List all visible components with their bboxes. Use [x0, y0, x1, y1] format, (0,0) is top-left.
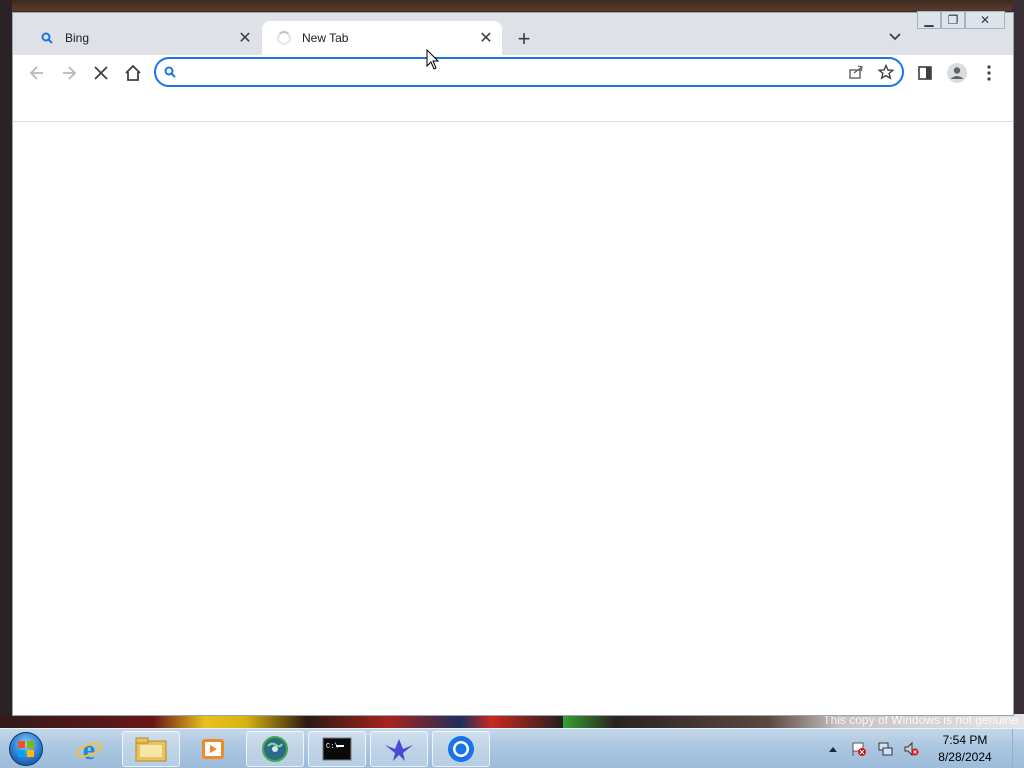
tab-search-chevron-icon[interactable] [885, 27, 905, 47]
minimize-button[interactable]: ▁ [917, 11, 941, 29]
tab-bing[interactable]: Bing ✕ [25, 21, 261, 55]
loading-spinner-icon [276, 30, 292, 46]
share-icon[interactable] [842, 58, 870, 86]
internet-explorer-icon[interactable]: e [60, 731, 118, 767]
star-icon[interactable] [872, 58, 900, 86]
network-globe-icon[interactable] [246, 731, 304, 767]
more-menu-icon[interactable] [975, 59, 1003, 87]
show-desktop-button[interactable] [1012, 729, 1024, 768]
side-panel-icon[interactable] [911, 59, 939, 87]
system-tray: 7:54 PM 8/28/2024 [820, 729, 1024, 768]
restore-button[interactable]: ❐ [941, 11, 965, 29]
taskbar: e C:\ 7:54 PM 8/28/2024 [0, 728, 1024, 768]
clock-date: 8/28/2024 [938, 750, 992, 764]
chrome-window: Bing ✕ New Tab ✕ + ▁ ❐ ✕ [12, 11, 1014, 716]
close-tab-icon[interactable]: ✕ [235, 28, 255, 48]
mouse-cursor-icon [426, 48, 440, 76]
network-icon[interactable] [874, 738, 896, 760]
tab-strip: Bing ✕ New Tab ✕ + ▁ ❐ ✕ [13, 11, 1013, 55]
search-icon [164, 66, 184, 78]
back-arrow-icon[interactable] [23, 59, 51, 87]
tab-title: Bing [65, 31, 90, 45]
profile-icon[interactable] [943, 59, 971, 87]
close-window-button[interactable]: ✕ [965, 11, 1005, 29]
forward-arrow-icon[interactable] [55, 59, 83, 87]
app-bird-icon[interactable] [370, 731, 428, 767]
page-content[interactable] [13, 123, 1013, 715]
action-center-flag-icon[interactable] [848, 738, 870, 760]
taskbar-clock[interactable]: 7:54 PM 8/28/2024 [924, 732, 1006, 766]
browser-toolbar [13, 55, 1013, 91]
media-player-icon[interactable] [184, 731, 242, 767]
command-prompt-icon[interactable]: C:\ [308, 731, 366, 767]
windows-logo-icon [9, 732, 43, 766]
address-bar[interactable] [154, 57, 904, 87]
close-tab-icon[interactable]: ✕ [476, 28, 496, 48]
tab-new-tab[interactable]: New Tab ✕ [262, 21, 502, 55]
clock-time: 7:54 PM [942, 733, 988, 747]
new-tab-button[interactable]: + [511, 26, 537, 52]
stop-icon[interactable] [87, 59, 115, 87]
start-button[interactable] [6, 730, 46, 768]
address-input[interactable] [190, 60, 842, 84]
file-explorer-icon[interactable] [122, 731, 180, 767]
window-controls: ▁ ❐ ✕ [917, 11, 1005, 29]
chrome-icon[interactable] [432, 731, 490, 767]
tab-title: New Tab [302, 31, 349, 45]
volume-muted-icon[interactable] [900, 738, 922, 760]
home-icon[interactable] [119, 59, 147, 87]
bookmarks-bar [13, 91, 1013, 122]
show-hidden-icons-icon[interactable] [822, 738, 844, 760]
search-icon [39, 30, 55, 46]
svg-text:e: e [83, 735, 95, 764]
